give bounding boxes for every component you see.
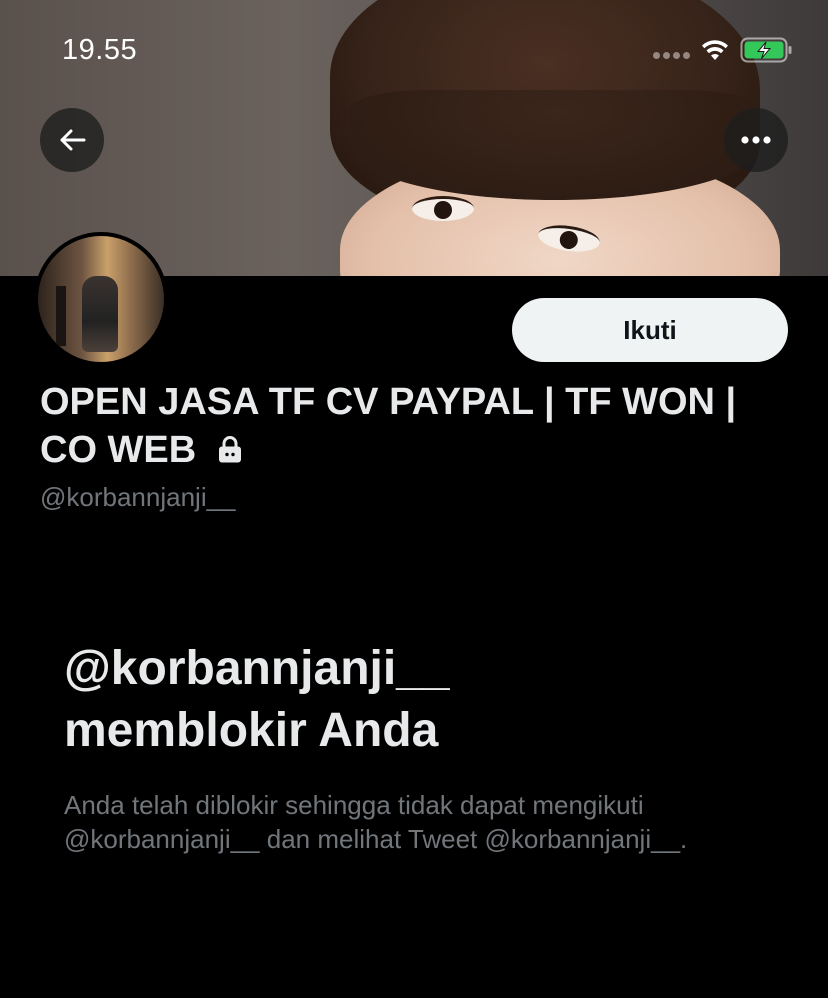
banner-eye-left	[412, 196, 474, 221]
profile-display-name: OPEN JASA TF CV PAYPAL | TF WON | CO WEB	[40, 378, 800, 474]
status-bar: 19.55	[0, 0, 828, 90]
back-button[interactable]	[40, 108, 104, 172]
blocked-title-handle: @korbannjanji__	[64, 642, 450, 695]
blocked-title: @korbannjanji__ memblokir Anda	[64, 638, 764, 762]
display-name-text: OPEN JASA TF CV PAYPAL | TF WON | CO WEB	[40, 381, 737, 471]
banner-bangs	[350, 90, 760, 200]
wifi-icon	[702, 40, 728, 60]
more-horizontal-icon	[741, 136, 771, 144]
profile-handle: @korbannjanji__	[40, 482, 236, 512]
battery-charging-icon	[740, 37, 792, 63]
blocked-title-text: memblokir Anda	[64, 704, 439, 757]
follow-button[interactable]: Ikuti	[512, 298, 788, 362]
cellular-signal-icon	[653, 52, 690, 59]
more-options-button[interactable]	[724, 108, 788, 172]
lock-icon	[218, 436, 241, 463]
blocked-description: Anda telah diblokir sehingga tidak dapat…	[64, 790, 688, 854]
arrow-left-icon	[60, 129, 86, 151]
profile-avatar[interactable]	[34, 232, 168, 366]
status-time: 19.55	[62, 34, 138, 66]
